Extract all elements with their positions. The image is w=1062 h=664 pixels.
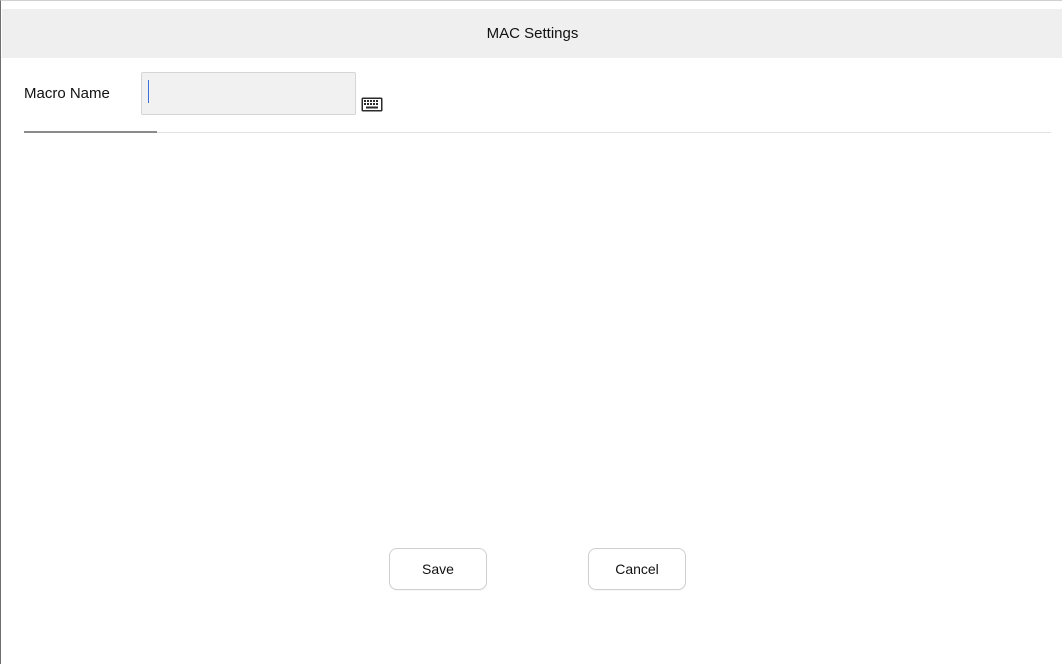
mac-settings-dialog: MAC Settings Macro Name Save Cancel	[0, 0, 1062, 664]
text-caret	[148, 80, 149, 103]
dialog-title: MAC Settings	[486, 25, 579, 42]
keyboard-icon	[361, 97, 383, 112]
section-divider	[24, 132, 1051, 133]
dialog-title-bar: MAC Settings	[2, 9, 1062, 58]
cancel-button[interactable]: Cancel	[588, 548, 686, 590]
save-button[interactable]: Save	[389, 548, 487, 590]
macro-name-input[interactable]	[141, 72, 356, 115]
active-underline	[24, 131, 157, 133]
macro-name-label: Macro Name	[24, 85, 110, 102]
keyboard-button[interactable]	[356, 94, 388, 115]
